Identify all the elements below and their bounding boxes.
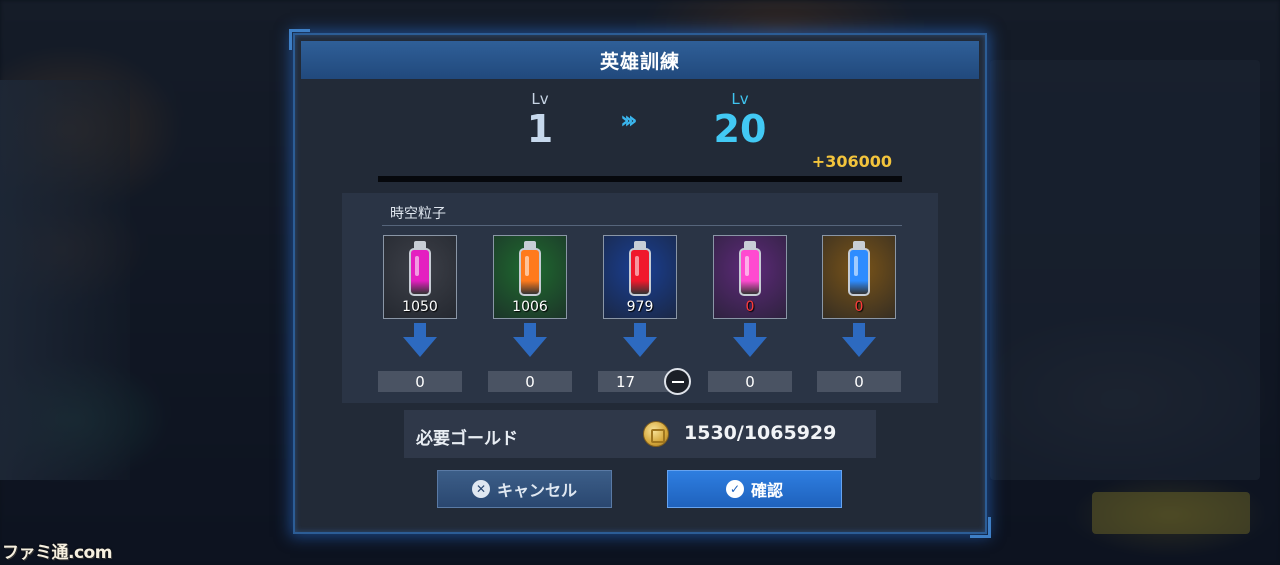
level-to-label: Lv (731, 90, 749, 108)
particle-count: 0 (854, 299, 864, 315)
quantity-field[interactable]: 0 (817, 371, 901, 392)
arrow-down-icon (403, 323, 437, 359)
particle-vial-icon (848, 241, 870, 296)
background-side-panel (990, 60, 1260, 480)
required-gold-label: 必要ゴールド (416, 429, 518, 449)
chevron-right-icon: ››› (620, 106, 638, 134)
particle-item[interactable]: 979 (603, 235, 677, 319)
particle-count: 979 (626, 299, 654, 315)
check-icon: ✓ (725, 480, 744, 498)
particle-count: 1006 (512, 299, 548, 315)
arrow-down-icon (623, 323, 657, 359)
background-hero-list (0, 80, 130, 480)
particle-vial-icon (629, 241, 651, 296)
level-from-label: Lv (531, 90, 549, 108)
watermark-logo: ファミ通.com (2, 543, 112, 563)
confirm-button[interactable]: ✓ 確認 (667, 470, 842, 508)
level-to: Lv 20 (700, 90, 780, 150)
arrow-down-icon (842, 323, 876, 359)
particle-count: 1050 (402, 299, 438, 315)
exp-gain: +306000 (811, 152, 892, 171)
level-from: Lv 1 (515, 90, 565, 150)
particle-title: 時空粒子 (390, 206, 446, 222)
cancel-button-label: キャンセル (496, 481, 577, 500)
background-button (1092, 492, 1250, 534)
particle-panel: 時空粒子 1050 1006 979 0 0 0 0 17 0 0 (342, 193, 938, 403)
arrow-down-icon (513, 323, 547, 359)
quantity-field[interactable]: 0 (708, 371, 792, 392)
level-from-value: 1 (526, 107, 554, 151)
particle-count: 0 (745, 299, 755, 315)
required-gold-row: 必要ゴールド 1530/1065929 (404, 410, 876, 458)
quantity-field[interactable]: 0 (378, 371, 462, 392)
gold-coin-icon (643, 421, 669, 447)
particle-item[interactable]: 0 (822, 235, 896, 319)
close-icon: ✕ (471, 480, 490, 498)
quantity-field[interactable]: 0 (488, 371, 572, 392)
particle-item[interactable]: 0 (713, 235, 787, 319)
minus-button[interactable] (664, 368, 691, 395)
level-to-value: 20 (713, 107, 767, 151)
divider (382, 225, 902, 226)
confirm-button-label: 確認 (750, 481, 783, 500)
cancel-button[interactable]: ✕ キャンセル (437, 470, 612, 508)
particle-vial-icon (409, 241, 431, 296)
required-gold-value: 1530/1065929 (684, 422, 837, 444)
particle-item[interactable]: 1050 (383, 235, 457, 319)
arrow-down-icon (733, 323, 767, 359)
particle-vial-icon (519, 241, 541, 296)
exp-progress-bar (378, 176, 902, 182)
dialog-title: 英雄訓練 (301, 41, 979, 79)
particle-vial-icon (739, 241, 761, 296)
particle-item[interactable]: 1006 (493, 235, 567, 319)
